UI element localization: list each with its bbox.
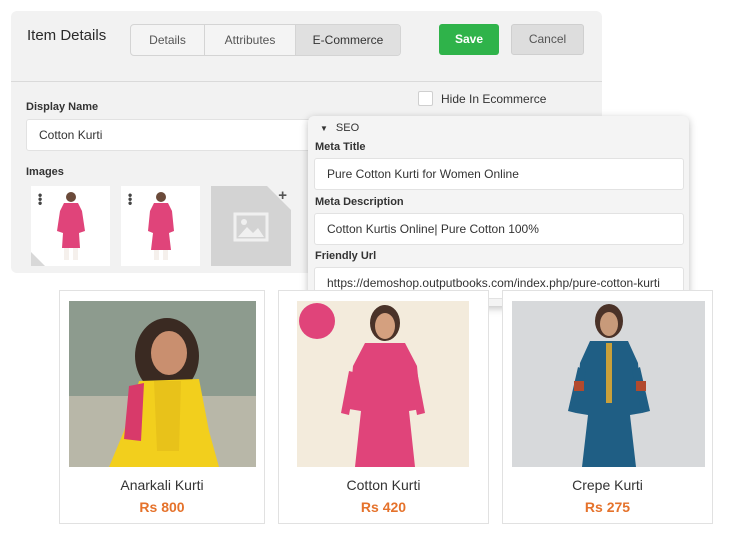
- plus-icon: +: [278, 187, 287, 204]
- meta-title-input[interactable]: Pure Cotton Kurti for Women Online: [314, 158, 684, 190]
- product-name: Anarkali Kurti: [120, 477, 204, 493]
- product-image: [69, 301, 256, 467]
- product-card[interactable]: Cotton Kurti Rs 420: [278, 290, 489, 524]
- display-name-label: Display Name: [26, 101, 99, 113]
- product-card[interactable]: Crepe Kurti Rs 275: [502, 290, 713, 524]
- tab-attributes[interactable]: Attributes: [205, 25, 296, 55]
- tab-bar: Details Attributes E-Commerce: [130, 24, 401, 56]
- images-label: Images: [26, 166, 64, 178]
- product-image: [297, 301, 469, 467]
- product-image: [512, 301, 705, 467]
- crepe-kurti-photo: [512, 301, 705, 467]
- anarkali-kurti-photo: [69, 301, 256, 467]
- product-card[interactable]: Anarkali Kurti Rs 800: [59, 290, 265, 524]
- hide-in-ecommerce-label: Hide In Ecommerce: [441, 91, 547, 106]
- meta-description-label: Meta Description: [315, 196, 404, 208]
- seo-section-label: SEO: [335, 122, 360, 134]
- hide-in-ecommerce-option: Hide In Ecommerce: [418, 91, 546, 106]
- image-thumbnail[interactable]: • • •: [31, 186, 110, 266]
- cancel-button[interactable]: Cancel: [511, 24, 584, 55]
- caret-down-icon: ▼: [320, 123, 328, 133]
- save-button[interactable]: Save: [439, 24, 499, 55]
- meta-title-label: Meta Title: [315, 141, 366, 153]
- tab-details[interactable]: Details: [131, 25, 205, 55]
- page-title: Item Details: [27, 27, 107, 44]
- product-price: Rs 275: [584, 499, 631, 515]
- header-divider: [11, 81, 602, 82]
- meta-description-input[interactable]: Cotton Kurtis Online| Pure Cotton 100%: [314, 213, 684, 245]
- friendly-url-label: Friendly Url: [315, 250, 377, 262]
- picture-icon: [233, 212, 269, 242]
- kurti-thumbnail-image: [148, 192, 174, 260]
- thumbnail-corner: [31, 252, 45, 266]
- seo-section-toggle[interactable]: ▼ SEO: [320, 122, 359, 134]
- cotton-kurti-photo: [297, 301, 469, 467]
- hide-in-ecommerce-checkbox[interactable]: [418, 91, 433, 106]
- product-name: Crepe Kurti: [572, 477, 643, 493]
- display-name-input[interactable]: Cotton Kurti: [26, 119, 316, 151]
- seo-panel: ▼ SEO Meta Title Pure Cotton Kurti for W…: [308, 116, 689, 306]
- thumbnail-menu-icon[interactable]: • • •: [38, 189, 42, 209]
- tab-ecommerce[interactable]: E-Commerce: [296, 25, 400, 55]
- product-name: Cotton Kurti: [346, 477, 421, 493]
- image-thumbnail[interactable]: • • •: [121, 186, 200, 266]
- product-price: Rs 800: [139, 499, 185, 515]
- product-price: Rs 420: [360, 499, 407, 515]
- add-image-button[interactable]: +: [211, 186, 291, 266]
- thumbnail-menu-icon[interactable]: • • •: [128, 189, 132, 209]
